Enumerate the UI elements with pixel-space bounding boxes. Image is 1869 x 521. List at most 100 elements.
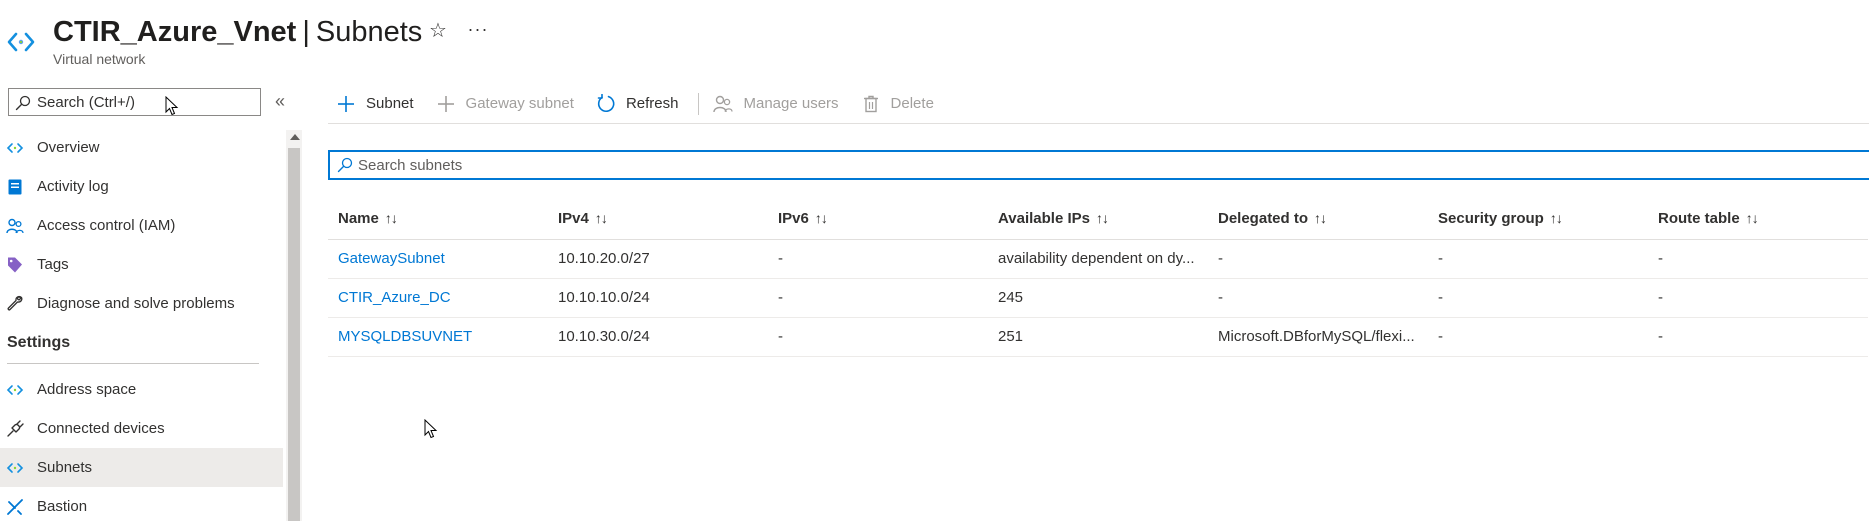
tag-icon <box>8 257 22 273</box>
resource-type-subtitle: Virtual network <box>53 51 146 67</box>
activity-log-icon <box>8 179 22 195</box>
bastion-icon <box>7 499 23 515</box>
column-label: Name <box>338 209 379 227</box>
nav-item-label: Access control (IAM) <box>37 217 176 234</box>
subnet-name-link[interactable]: CTIR_Azure_DC <box>328 278 548 318</box>
nav-item-tags[interactable]: Tags <box>0 245 283 284</box>
nav-item-activity-log[interactable]: Activity log <box>0 167 283 206</box>
add-gateway-subnet-button[interactable]: Gateway subnet <box>428 84 588 124</box>
menu-search-input[interactable] <box>37 92 252 112</box>
cell-delegated-to: Microsoft.DBforMySQL/flexi... <box>1208 317 1428 357</box>
refresh-button[interactable]: Refresh <box>588 84 693 124</box>
nav-item-address-space[interactable]: Address space <box>0 370 283 409</box>
cell-ipv6: - <box>768 239 988 279</box>
table-row[interactable]: CTIR_Azure_DC 10.10.10.0/24-245- - - <box>328 278 1868 318</box>
sort-icon[interactable]: ↑↓ <box>809 210 828 226</box>
sort-icon[interactable]: ↑↓ <box>1308 210 1327 226</box>
page-name: Subnets <box>315 16 423 48</box>
resource-menu: « Overview Activity log <box>0 84 303 521</box>
column-label: Available IPs <box>998 209 1090 227</box>
cell-delegated-to: - <box>1208 239 1428 279</box>
search-icon <box>15 95 31 111</box>
nav-item-label: Bastion <box>37 498 88 515</box>
mouse-cursor-icon <box>424 419 438 439</box>
subnet-search-box[interactable] <box>328 150 1869 180</box>
cell-security-group: - <box>1428 278 1648 318</box>
cell-ipv6: - <box>768 278 988 318</box>
table-header-row: Name ↑↓ IPv4 ↑↓ IPv6 ↑↓ Available IPs ↑↓ Delegat… <box>328 198 1868 240</box>
column-label: IPv4 <box>558 209 589 227</box>
subnets-table: Name ↑↓ IPv4 ↑↓ IPv6 ↑↓ Available IPs ↑↓ Delegat… <box>328 198 1868 357</box>
subnets-blade: Subnet Gateway subnet Refresh Manage use… <box>328 84 1869 521</box>
column-header-route-table[interactable]: Route table ↑↓ <box>1648 198 1868 240</box>
plus-icon <box>437 95 454 112</box>
delete-button[interactable]: Delete <box>853 84 948 124</box>
scroll-thumb[interactable] <box>288 148 300 521</box>
sort-icon[interactable]: ↑↓ <box>1544 210 1563 226</box>
cell-available-ips: 251 <box>988 317 1208 357</box>
settings-section-title: Settings <box>7 334 71 351</box>
add-subnet-button[interactable]: Subnet <box>328 84 428 124</box>
nav-item-label: Address space <box>37 381 137 398</box>
column-header-delegated-to[interactable]: Delegated to ↑↓ <box>1208 198 1428 240</box>
column-header-ipv4[interactable]: IPv4 ↑↓ <box>548 198 768 240</box>
button-label: Manage users <box>743 95 839 112</box>
nav-item-label: Connected devices <box>37 420 165 437</box>
wrench-icon <box>7 295 23 311</box>
search-icon <box>337 157 353 173</box>
table-row[interactable]: GatewaySubnet 10.10.20.0/27- availability … <box>328 239 1868 279</box>
nav-item-label: Tags <box>37 256 69 273</box>
nav-item-label: Activity log <box>37 178 109 195</box>
subnet-search-input[interactable] <box>358 155 958 175</box>
subnet-name-link[interactable]: GatewaySubnet <box>328 239 548 279</box>
more-options-icon[interactable]: ··· <box>467 20 489 42</box>
nav-item-label: Diagnose and solve problems <box>37 295 235 312</box>
sort-icon[interactable]: ↑↓ <box>1090 210 1109 226</box>
refresh-icon <box>597 93 615 112</box>
vnet-logo-icon <box>7 32 35 52</box>
cell-security-group: - <box>1428 317 1648 357</box>
subnet-name-link[interactable]: MYSQLDBSUVNET <box>328 317 548 357</box>
plug-icon <box>7 420 24 437</box>
people-icon <box>713 95 734 112</box>
sort-icon[interactable]: ↑↓ <box>589 210 608 226</box>
nav-item-diagnose[interactable]: Diagnose and solve problems <box>0 284 283 323</box>
nav-item-connected-devices[interactable]: Connected devices <box>0 409 283 448</box>
section-divider <box>7 363 259 364</box>
vnet-icon <box>6 463 24 473</box>
cell-available-ips: availability dependent on dy... <box>988 239 1208 279</box>
vnet-icon <box>6 143 24 153</box>
cell-route-table: - <box>1648 278 1868 318</box>
manage-users-button[interactable]: Manage users <box>705 84 852 124</box>
page-title: CTIR_Azure_Vnet | Subnets <box>53 14 422 50</box>
nav-item-bastion[interactable]: Bastion <box>0 487 283 521</box>
column-header-available-ips[interactable]: Available IPs ↑↓ <box>988 198 1208 240</box>
mouse-cursor-icon <box>165 96 179 116</box>
sort-icon[interactable]: ↑↓ <box>379 210 398 226</box>
favorite-star-icon[interactable]: ☆ <box>427 20 449 42</box>
button-label: Subnet <box>366 95 414 112</box>
cell-ipv4: 10.10.10.0/24 <box>548 278 768 318</box>
nav-item-access-control[interactable]: Access control (IAM) <box>0 206 283 245</box>
trash-icon <box>863 95 878 112</box>
sort-icon[interactable]: ↑↓ <box>1740 210 1759 226</box>
column-header-name[interactable]: Name ↑↓ <box>328 198 548 240</box>
nav-item-subnets[interactable]: Subnets <box>0 448 283 487</box>
scroll-up-icon[interactable] <box>290 134 300 140</box>
column-label: Security group <box>1438 209 1544 227</box>
nav-item-label: Subnets <box>37 459 93 476</box>
collapse-menu-icon[interactable]: « <box>275 92 293 110</box>
menu-scrollbar[interactable] <box>286 130 302 521</box>
column-header-security-group[interactable]: Security group ↑↓ <box>1428 198 1648 240</box>
column-label: Delegated to <box>1218 209 1309 227</box>
title-separator: | <box>302 16 310 48</box>
menu-search-box[interactable] <box>8 88 261 116</box>
cell-ipv4: 10.10.30.0/24 <box>548 317 768 357</box>
table-row[interactable]: MYSQLDBSUVNET 10.10.30.0/24 - 251 Microsoft.… <box>328 317 1868 357</box>
button-label: Delete <box>890 95 934 112</box>
nav-item-label: Overview <box>37 139 100 156</box>
cell-ipv4: 10.10.20.0/27 <box>548 239 768 279</box>
nav-item-overview[interactable]: Overview <box>0 128 283 167</box>
cell-route-table: - <box>1648 317 1868 357</box>
column-header-ipv6[interactable]: IPv6 ↑↓ <box>768 198 988 240</box>
